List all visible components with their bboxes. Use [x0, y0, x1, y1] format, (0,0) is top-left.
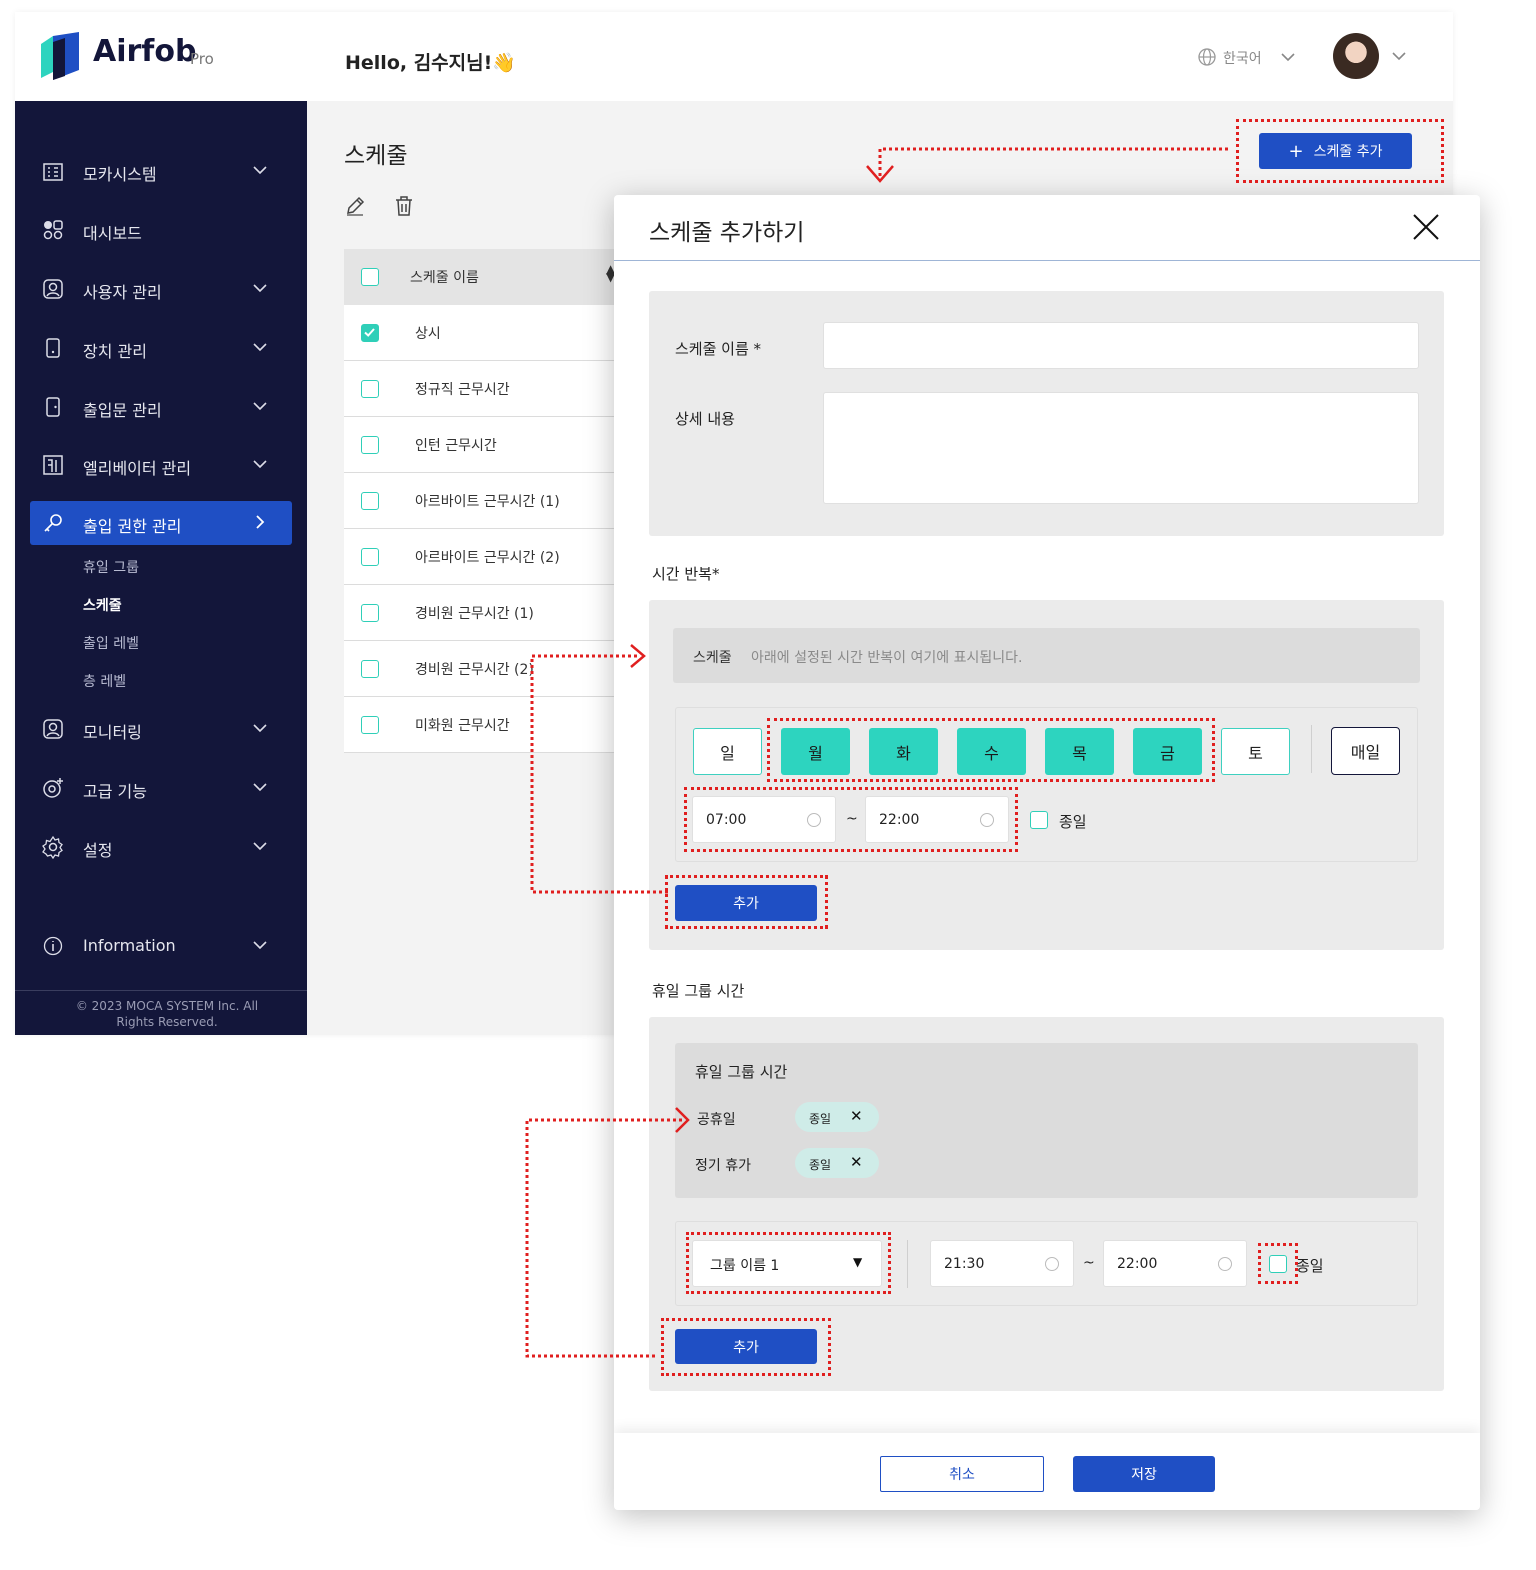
highlight-box	[767, 718, 1215, 782]
annotation-arrow-line	[530, 654, 668, 894]
arrowhead-icon	[630, 644, 646, 668]
highlight-box	[684, 787, 1018, 852]
highlight-box	[1258, 1243, 1298, 1284]
highlight-box	[1236, 119, 1444, 183]
highlight-box	[661, 1318, 831, 1376]
annotation-arrow-line	[525, 1118, 682, 1358]
highlight-box	[686, 1232, 891, 1294]
highlight-box	[665, 875, 828, 929]
annotation-arrow-line	[878, 147, 1228, 178]
